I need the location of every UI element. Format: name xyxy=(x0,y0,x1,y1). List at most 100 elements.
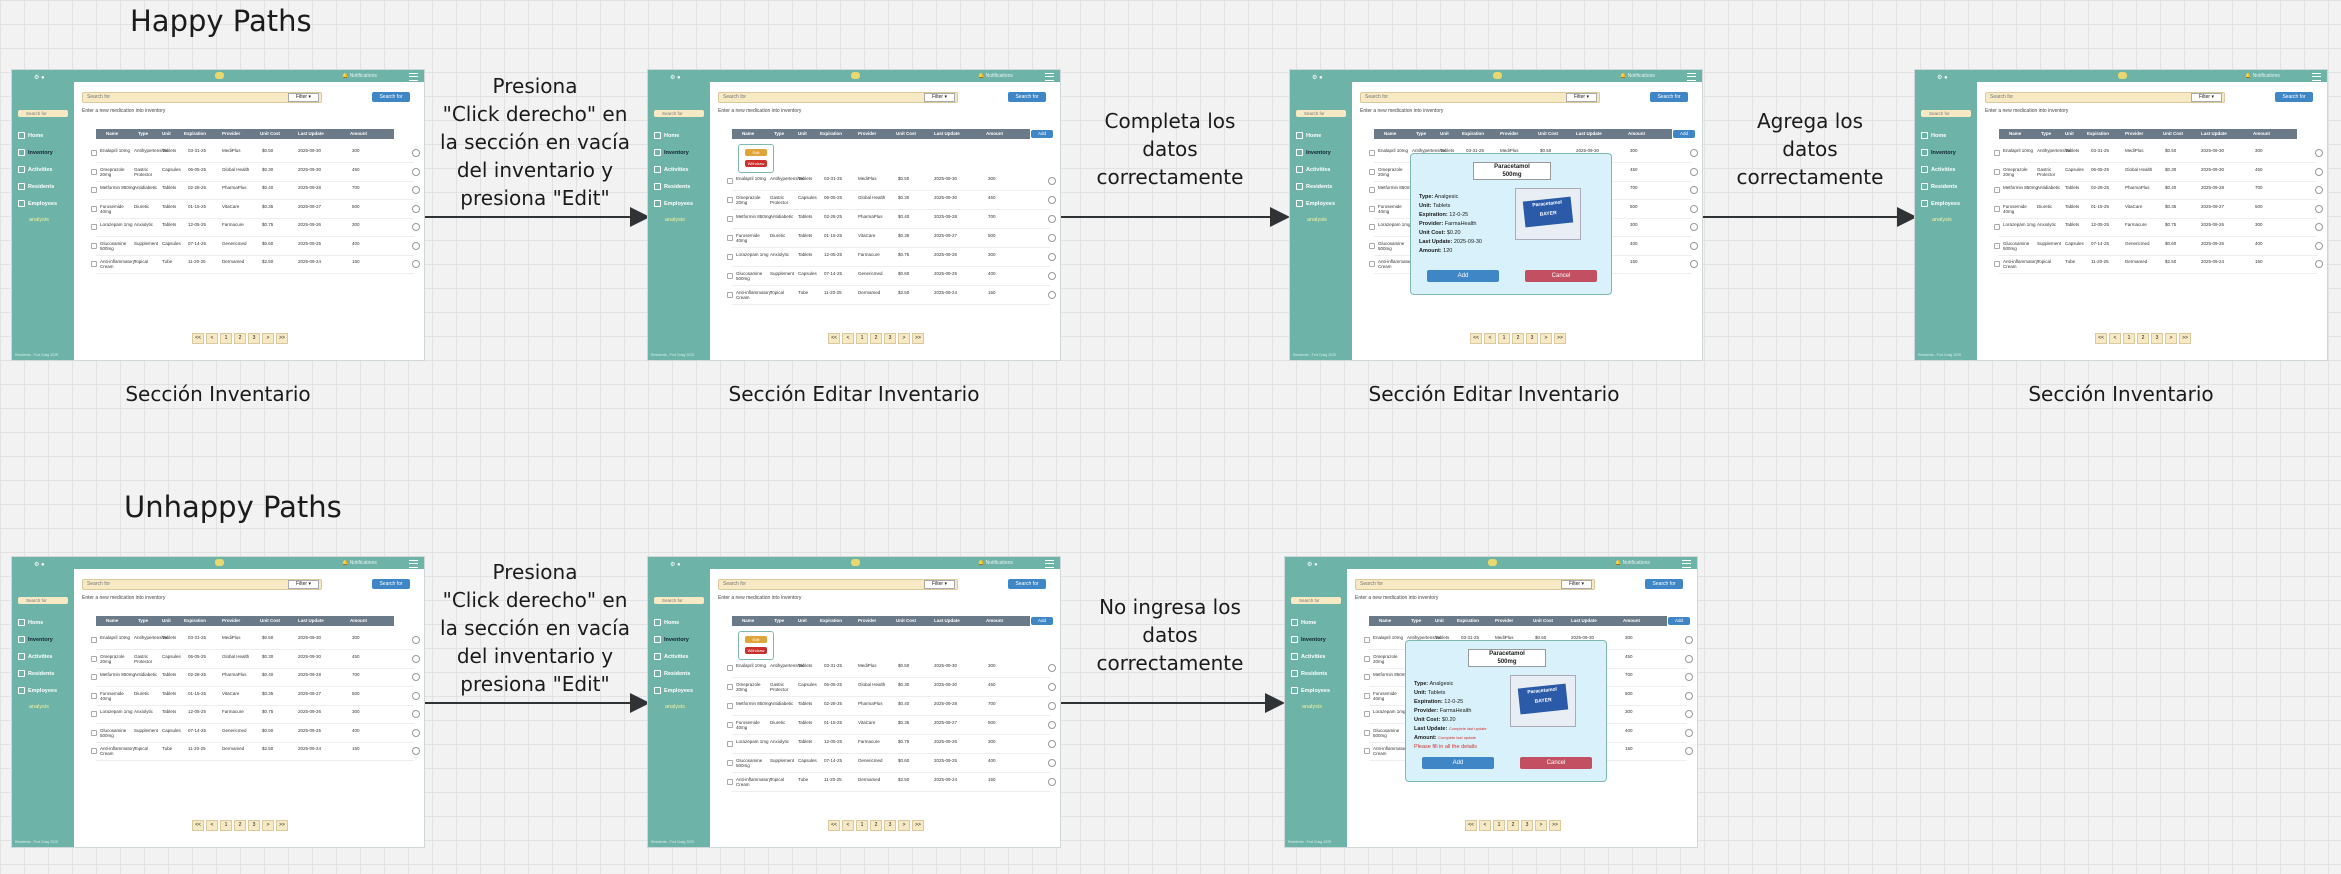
row-options-icon[interactable] xyxy=(412,204,420,213)
table-row[interactable]: Lorazepam 1mg Anxiolytic Tablets 12-05-2… xyxy=(727,735,1056,754)
row-checkbox[interactable] xyxy=(1364,748,1370,754)
settings-icon[interactable]: ⚙ ● xyxy=(670,74,681,81)
row-checkbox[interactable] xyxy=(727,197,733,203)
row-options-icon[interactable] xyxy=(1690,186,1698,194)
search-input[interactable]: Search for xyxy=(82,92,322,103)
row-options-icon[interactable] xyxy=(412,260,420,268)
context-delete-button[interactable]: Withdraw xyxy=(745,160,767,167)
settings-icon[interactable]: ⚙ ● xyxy=(670,561,681,568)
modal-field[interactable]: Amount: 120 xyxy=(1419,248,1482,257)
row-checkbox[interactable] xyxy=(1994,187,2000,193)
row-options-icon[interactable] xyxy=(412,747,420,755)
row-checkbox[interactable] xyxy=(91,655,97,662)
sidebar-item-activities[interactable]: Activities xyxy=(18,166,57,183)
search-input[interactable]: Search for xyxy=(1360,92,1600,103)
filter-select[interactable]: Filter ▾ xyxy=(924,93,955,102)
search-button[interactable]: Search for xyxy=(1008,92,1046,102)
sidebar-item-employees[interactable]: Employees xyxy=(1291,687,1330,704)
row-checkbox[interactable] xyxy=(91,261,97,267)
row-options-icon[interactable] xyxy=(412,167,420,176)
modal-field[interactable]: Provider: FarmaHealth xyxy=(1414,708,1487,717)
table-row[interactable]: Metformin 850mg Antidiabetic Tablets 02-… xyxy=(727,210,1056,229)
row-checkbox[interactable] xyxy=(91,729,97,736)
menu-icon[interactable] xyxy=(1687,73,1696,81)
page-last[interactable]: >> xyxy=(276,333,288,344)
table-row[interactable]: Furosemide 40mg Diuretic Tablets 01-15-2… xyxy=(727,229,1056,248)
row-checkbox[interactable] xyxy=(727,741,733,747)
sidebar-item-residents[interactable]: Residents xyxy=(1296,183,1335,200)
notifications-link[interactable]: 🔔 Notifications xyxy=(978,560,1013,566)
filter-select[interactable]: Filter ▾ xyxy=(1561,580,1592,589)
page-next[interactable]: > xyxy=(262,333,274,344)
row-options-icon[interactable] xyxy=(1048,253,1056,261)
menu-icon[interactable] xyxy=(1045,73,1054,81)
table-row[interactable]: Furosemide 40mg Diuretic Tablets 01-15-2… xyxy=(91,200,420,219)
table-row[interactable]: Anti-inflammatory Cream Topical Tube 11-… xyxy=(91,742,420,761)
sidebar-item-home[interactable]: Home xyxy=(1291,619,1330,636)
add-medication-button[interactable]: Add xyxy=(1673,130,1695,138)
page-next[interactable]: > xyxy=(898,820,910,831)
page-2[interactable]: 2 xyxy=(870,820,882,831)
sidebar-item-activities[interactable]: Activities xyxy=(1921,166,1960,183)
table-row[interactable]: Furosemide 40mg Diuretic Tablets 01-15-2… xyxy=(91,687,420,706)
sidebar-item-home[interactable]: Home xyxy=(18,132,57,149)
sidebar-item-residents[interactable]: Residents xyxy=(18,183,57,200)
sidebar-item-employees[interactable]: Employees xyxy=(654,200,693,217)
row-options-icon[interactable] xyxy=(2315,223,2323,231)
row-checkbox[interactable] xyxy=(727,779,733,785)
modal-add-button[interactable]: Add xyxy=(1422,757,1494,769)
row-checkbox[interactable] xyxy=(727,216,733,222)
filter-select[interactable]: Filter ▾ xyxy=(288,93,319,102)
sidebar-item-analysis[interactable]: analysis xyxy=(18,704,57,721)
sidebar-item-inventory[interactable]: Inventory xyxy=(654,636,693,653)
page-last[interactable]: >> xyxy=(1554,333,1566,344)
row-options-icon[interactable] xyxy=(1048,291,1056,299)
row-options-icon[interactable] xyxy=(412,710,420,718)
row-checkbox[interactable] xyxy=(1364,655,1370,662)
table-row[interactable]: Omeprazole 20mg Gastric Protector Capsul… xyxy=(91,163,420,182)
row-options-icon[interactable] xyxy=(1048,196,1056,204)
sidebar-item-analysis[interactable]: analysis xyxy=(1296,217,1335,234)
filter-select[interactable]: Filter ▾ xyxy=(288,580,319,589)
context-edit-button[interactable]: Edit xyxy=(745,149,767,156)
row-options-icon[interactable] xyxy=(1048,683,1056,691)
table-row[interactable]: Lorazepam 1mg Anxiolytic Tablets 12-05-2… xyxy=(1994,218,2323,237)
page-3[interactable]: 3 xyxy=(884,333,896,344)
row-checkbox[interactable] xyxy=(91,150,97,156)
row-checkbox[interactable] xyxy=(1364,692,1370,699)
filter-select[interactable]: Filter ▾ xyxy=(1566,93,1597,102)
row-checkbox[interactable] xyxy=(91,242,97,249)
row-options-icon[interactable] xyxy=(2315,186,2323,194)
add-medication-button[interactable]: Add xyxy=(1031,617,1053,625)
filter-select[interactable]: Filter ▾ xyxy=(924,580,955,589)
row-options-icon[interactable] xyxy=(1048,215,1056,223)
table-row[interactable]: Metformin 850mg Antidiabetic Tablets 02-… xyxy=(91,181,420,200)
sidebar-item-employees[interactable]: Employees xyxy=(18,200,57,217)
row-options-icon[interactable] xyxy=(1685,654,1693,663)
page-1[interactable]: 1 xyxy=(220,333,232,344)
page-3[interactable]: 3 xyxy=(2151,333,2163,344)
row-checkbox[interactable] xyxy=(91,692,97,699)
row-checkbox[interactable] xyxy=(727,684,733,690)
page-prev[interactable]: < xyxy=(842,333,854,344)
context-edit-button[interactable]: Edit xyxy=(745,636,767,643)
sidebar-item-activities[interactable]: Activities xyxy=(1296,166,1335,183)
table-row[interactable]: Anti-inflammatory Cream Topical Tube 11-… xyxy=(1994,255,2323,274)
sidebar-item-residents[interactable]: Residents xyxy=(654,670,693,687)
search-button[interactable]: Search for xyxy=(1645,579,1683,589)
sidebar-item-analysis[interactable]: analysis xyxy=(18,217,57,234)
sidebar-item-residents[interactable]: Residents xyxy=(18,670,57,687)
settings-icon[interactable]: ⚙ ● xyxy=(34,74,45,81)
page-1[interactable]: 1 xyxy=(220,820,232,831)
row-options-icon[interactable] xyxy=(1690,167,1698,176)
row-options-icon[interactable] xyxy=(2315,167,2323,176)
modal-field[interactable]: Unit Cost: $0.20 xyxy=(1414,717,1487,726)
page-3[interactable]: 3 xyxy=(1526,333,1538,344)
sidebar-item-analysis[interactable]: analysis xyxy=(654,217,693,234)
page-1[interactable]: 1 xyxy=(856,820,868,831)
table-row[interactable]: Metformin 850mg Antidiabetic Tablets 02-… xyxy=(91,668,420,687)
sidebar-item-inventory[interactable]: Inventory xyxy=(18,636,57,653)
notifications-link[interactable]: 🔔 Notifications xyxy=(978,73,1013,79)
menu-icon[interactable] xyxy=(2312,73,2321,81)
page-2[interactable]: 2 xyxy=(234,333,246,344)
